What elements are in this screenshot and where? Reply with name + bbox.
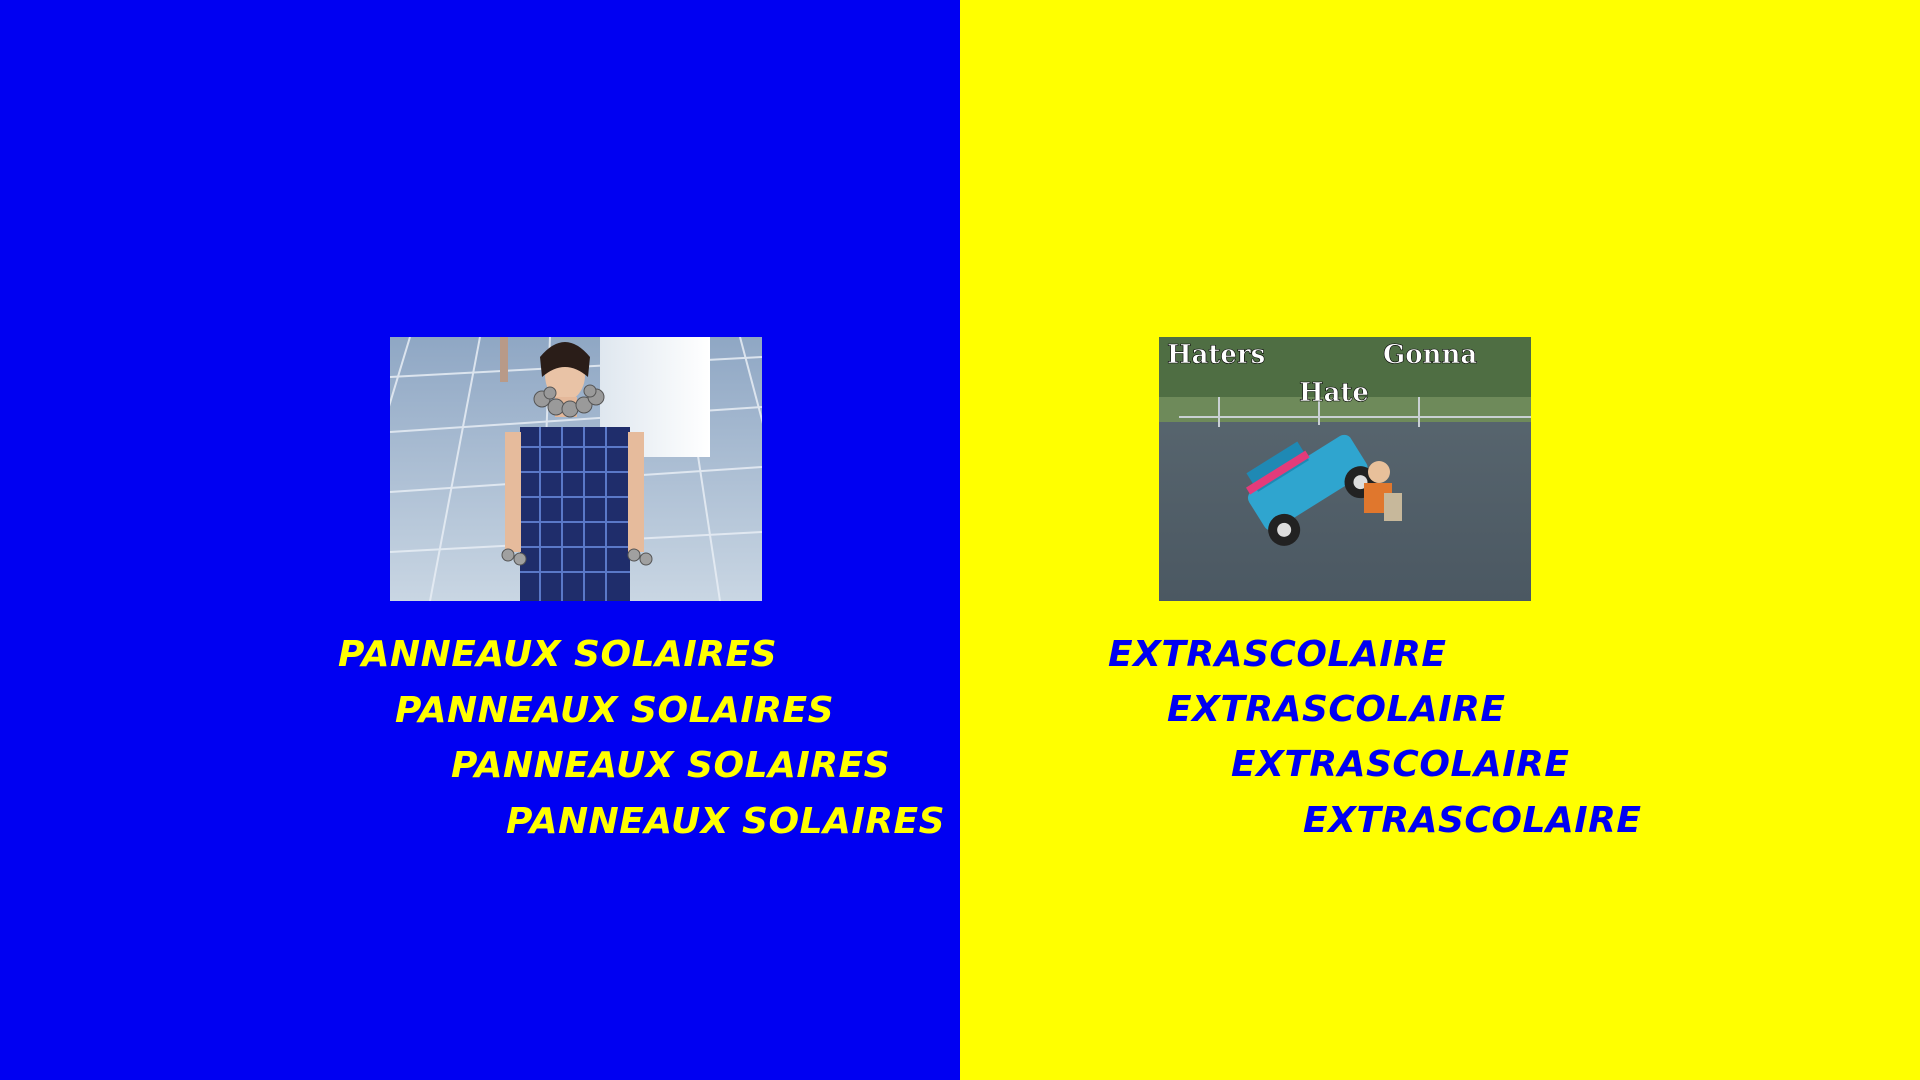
left-repeat-line-4: PANNEAUX SOLAIRES (506, 801, 946, 842)
left-repeat-line-1: PANNEAUX SOLAIRES (338, 634, 778, 675)
right-panel: Haters Gonna Hate EXTRASCOLAIRE EXTRASCO… (960, 0, 1920, 1080)
right-repeat-line-4: EXTRASCOLAIRE (1303, 800, 1642, 841)
left-repeat-line-3: PANNEAUX SOLAIRES (451, 745, 891, 786)
meme-caption-haters: Haters (1167, 340, 1265, 370)
meme-caption-gonna: Gonna (1383, 340, 1477, 370)
runway-photo (390, 337, 762, 601)
left-panel: PANNEAUX SOLAIRES PANNEAUX SOLAIRES PANN… (0, 0, 960, 1080)
left-repeat-line-2: PANNEAUX SOLAIRES (395, 690, 835, 731)
right-repeat-line-2: EXTRASCOLAIRE (1167, 689, 1506, 730)
meme-caption-hate: Hate (1299, 378, 1369, 408)
meme-photo: Haters Gonna Hate (1159, 337, 1531, 601)
right-repeat-line-1: EXTRASCOLAIRE (1108, 634, 1447, 675)
right-repeat-line-3: EXTRASCOLAIRE (1231, 744, 1570, 785)
split-screen-stage: PANNEAUX SOLAIRES PANNEAUX SOLAIRES PANN… (0, 0, 1920, 1080)
